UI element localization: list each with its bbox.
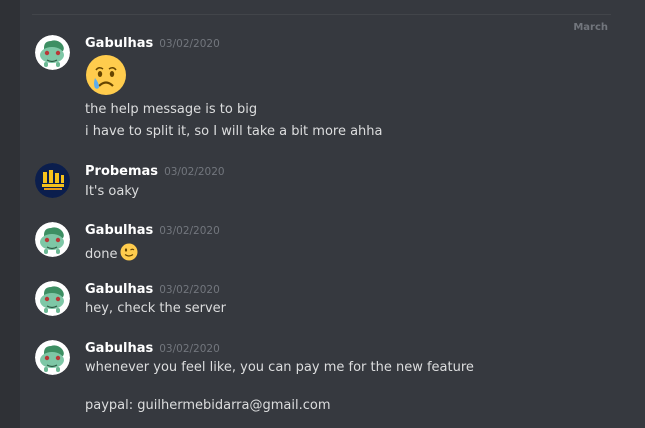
- avatar[interactable]: [35, 163, 70, 198]
- avatar[interactable]: [35, 340, 70, 375]
- probemas-logo-icon: [35, 163, 70, 198]
- author-name[interactable]: Gabulhas: [85, 341, 153, 356]
- bulbasaur-avatar-icon: [35, 35, 70, 70]
- author-name[interactable]: Probemas: [85, 164, 158, 179]
- message-text: the help message is to big: [85, 102, 258, 117]
- message-timestamp: 03/02/2020: [159, 225, 220, 237]
- winking-face-emoji: [120, 243, 138, 266]
- avatar[interactable]: [35, 222, 70, 257]
- message-text-row: done: [85, 243, 138, 266]
- message-header: Probemas 03/02/2020: [85, 163, 225, 179]
- message-header: Gabulhas 03/02/2020: [85, 281, 220, 297]
- message-header: Gabulhas 03/02/2020: [85, 222, 220, 238]
- winking-face-icon: [120, 243, 138, 261]
- message-header: Gabulhas 03/02/2020: [85, 35, 220, 51]
- author-name[interactable]: Gabulhas: [85, 282, 153, 297]
- bulbasaur-avatar-icon: [35, 281, 70, 316]
- message-timestamp: 03/02/2020: [164, 166, 225, 178]
- avatar[interactable]: [35, 281, 70, 316]
- bulbasaur-avatar-icon: [35, 222, 70, 257]
- bulbasaur-avatar-icon: [35, 340, 70, 375]
- message-text: hey, check the server: [85, 301, 227, 316]
- message-timestamp: 03/02/2020: [159, 284, 220, 296]
- message-text[interactable]: paypal: guilhermebidarra@gmail.com: [85, 398, 331, 414]
- date-divider-label: March: [573, 22, 608, 33]
- message-header: Gabulhas 03/02/2020: [85, 340, 220, 356]
- author-name[interactable]: Gabulhas: [85, 223, 153, 238]
- avatar[interactable]: [35, 35, 70, 70]
- message-text: It's oaky: [85, 184, 140, 199]
- message-text: i have to split it, so I will take a bit…: [85, 124, 383, 139]
- message-timestamp: 03/02/2020: [159, 38, 220, 50]
- date-divider: March: [32, 14, 611, 33]
- crying-face-emoji: [85, 54, 127, 100]
- message-text: done: [85, 247, 118, 262]
- author-name[interactable]: Gabulhas: [85, 36, 153, 51]
- message-timestamp: 03/02/2020: [159, 343, 220, 355]
- message-text: whenever you feel like, you can pay me f…: [85, 360, 474, 375]
- crying-face-icon: [86, 55, 126, 95]
- left-sidebar-edge: [0, 0, 20, 428]
